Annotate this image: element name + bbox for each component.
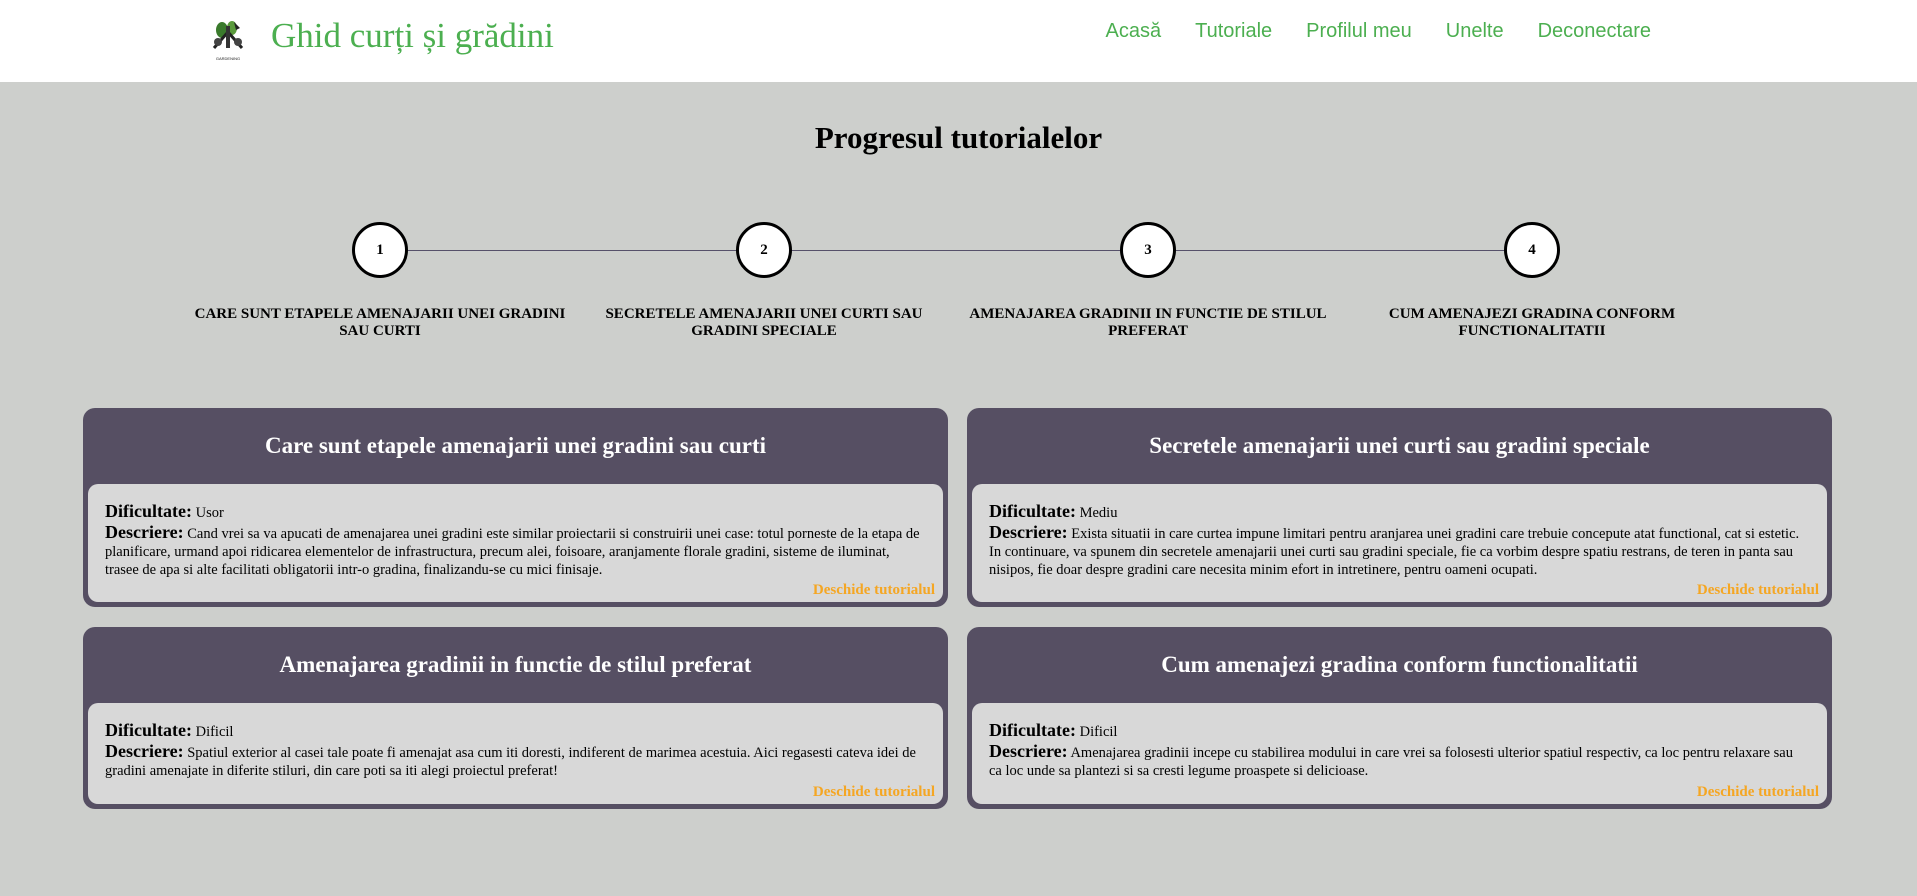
difficulty-value: Usor xyxy=(195,505,224,521)
difficulty-label: Dificultate: xyxy=(105,501,192,521)
progress-step-label: CARE SUNT ETAPELE AMENAJARII UNEI GRADIN… xyxy=(194,306,566,339)
tutorial-card-body: Dificultate: Mediu Descriere: Exista sit… xyxy=(972,484,1827,602)
page-title: Progresul tutorialelor xyxy=(814,120,1103,155)
tutorial-card: Amenajarea gradinii in functie de stilul… xyxy=(83,627,948,809)
gardening-tools-icon xyxy=(212,21,244,49)
tutorial-card-title: Cum amenajezi gradina conform functional… xyxy=(1161,652,1638,677)
tutorial-card: Cum amenajezi gradina conform functional… xyxy=(967,627,1832,809)
progress-step-3[interactable]: 3 xyxy=(1120,222,1176,278)
difficulty-label: Dificultate: xyxy=(105,720,192,740)
description-row: Descriere: Exista situatii in care curte… xyxy=(989,523,1809,579)
description-row: Descriere: Spatiul exterior al casei tal… xyxy=(105,742,925,780)
difficulty-label: Dificultate: xyxy=(989,501,1076,521)
site-title[interactable]: Ghid curți și grădini xyxy=(271,16,554,56)
progress-step-label: CUM AMENAJEZI GRADINA CONFORM FUNCTIONAL… xyxy=(1388,306,1676,339)
description-text: Cand vrei sa va apucati de amenajarea un… xyxy=(105,526,920,578)
nav-link-tools[interactable]: Unelte xyxy=(1446,20,1504,43)
main-nav: Acasă Tutoriale Profilul meu Unelte Deco… xyxy=(1106,20,1652,43)
description-row: Descriere: Amenajarea gradinii incepe cu… xyxy=(989,742,1809,780)
gardening-logo[interactable]: GARDENING xyxy=(208,18,248,62)
description-label: Descriere: xyxy=(105,741,184,761)
open-tutorial-link[interactable]: Deschide tutorialul xyxy=(1697,582,1819,599)
description-label: Descriere: xyxy=(989,522,1068,542)
description-row: Descriere: Cand vrei sa va apucati de am… xyxy=(105,523,925,579)
difficulty-row: Dificultate: Dificil xyxy=(105,721,925,741)
nav-link-logout[interactable]: Deconectare xyxy=(1538,20,1651,43)
difficulty-value: Dificil xyxy=(195,724,234,740)
tutorial-card-body: Dificultate: Dificil Descriere: Amenajar… xyxy=(972,703,1827,804)
progress-step-label: SECRETELE AMENAJARII UNEI CURTI SAU GRAD… xyxy=(605,306,923,339)
difficulty-value: Dificil xyxy=(1079,724,1118,740)
svg-text:GARDENING: GARDENING xyxy=(216,56,240,61)
tutorial-card-body: Dificultate: Usor Descriere: Cand vrei s… xyxy=(88,484,943,602)
progress-step-4[interactable]: 4 xyxy=(1504,222,1560,278)
difficulty-row: Dificultate: Usor xyxy=(105,502,925,522)
description-label: Descriere: xyxy=(105,522,184,542)
tutorial-card: Care sunt etapele amenajarii unei gradin… xyxy=(83,408,948,607)
progress-track-line xyxy=(380,250,1532,251)
open-tutorial-link[interactable]: Deschide tutorialul xyxy=(813,784,935,801)
open-tutorial-link[interactable]: Deschide tutorialul xyxy=(1697,784,1819,801)
progress-step-2[interactable]: 2 xyxy=(736,222,792,278)
tutorial-card: Secretele amenajarii unei curti sau grad… xyxy=(967,408,1832,607)
tutorial-card-title: Care sunt etapele amenajarii unei gradin… xyxy=(264,433,767,458)
nav-link-profile[interactable]: Profilul meu xyxy=(1306,20,1412,43)
tutorial-card-body: Dificultate: Dificil Descriere: Spatiul … xyxy=(88,703,943,804)
nav-link-tutorials[interactable]: Tutoriale xyxy=(1195,20,1272,43)
open-tutorial-link[interactable]: Deschide tutorialul xyxy=(813,582,935,599)
difficulty-row: Dificultate: Mediu xyxy=(989,502,1809,522)
description-label: Descriere: xyxy=(989,741,1068,761)
site-header: GARDENING Ghid curți și grădini Acasă Tu… xyxy=(0,0,1917,82)
difficulty-value: Mediu xyxy=(1079,505,1118,521)
nav-link-home[interactable]: Acasă xyxy=(1106,20,1162,43)
description-text: Amenajarea gradinii incepe cu stabilirea… xyxy=(989,745,1793,779)
tutorial-card-title: Secretele amenajarii unei curti sau grad… xyxy=(1149,433,1650,458)
difficulty-row: Dificultate: Dificil xyxy=(989,721,1809,741)
difficulty-label: Dificultate: xyxy=(989,720,1076,740)
tutorial-card-title: Amenajarea gradinii in functie de stilul… xyxy=(279,652,752,677)
progress-step-1[interactable]: 1 xyxy=(352,222,408,278)
progress-step-label: AMENAJAREA GRADINII IN FUNCTIE DE STILUL… xyxy=(969,306,1327,339)
description-text: Exista situatii in care curtea impune li… xyxy=(989,526,1800,578)
description-text: Spatiul exterior al casei tale poate fi … xyxy=(105,745,916,779)
